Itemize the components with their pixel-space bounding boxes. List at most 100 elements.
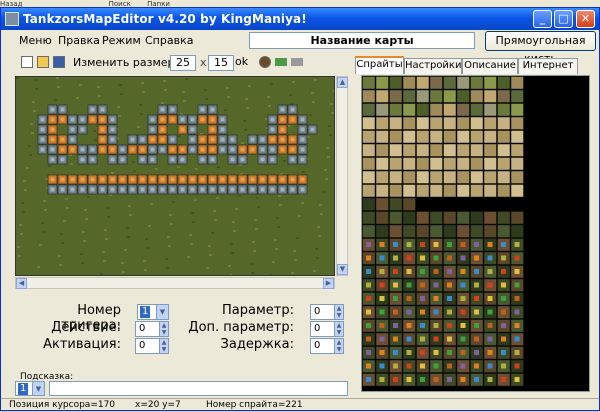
sprite-cell[interactable] <box>483 157 497 171</box>
sprite-cell[interactable] <box>362 184 376 198</box>
sprite-cell[interactable] <box>497 211 511 225</box>
sprite-cell[interactable] <box>389 157 403 171</box>
sprite-cell[interactable] <box>402 116 416 130</box>
sprite-cell[interactable] <box>470 170 484 184</box>
sprite-cell[interactable] <box>416 89 430 103</box>
sprite-cell[interactable] <box>456 143 470 157</box>
sprite-cell[interactable] <box>389 197 403 211</box>
sprite-cell[interactable] <box>483 170 497 184</box>
record-icon[interactable] <box>259 56 271 68</box>
sprite-cell[interactable] <box>483 143 497 157</box>
sprite-cell[interactable] <box>375 197 389 211</box>
sprite-cell[interactable] <box>362 157 376 171</box>
sprite-cell[interactable] <box>402 76 416 90</box>
tab-description[interactable]: Описание <box>462 58 518 74</box>
sprite-cell[interactable] <box>443 130 457 144</box>
sprite-cell[interactable] <box>510 103 524 117</box>
sprite-cell[interactable] <box>389 130 403 144</box>
sprite-cell[interactable] <box>497 76 511 90</box>
sprite-cell[interactable] <box>443 76 457 90</box>
sprite-cell[interactable] <box>375 143 389 157</box>
sprite-cell[interactable] <box>443 143 457 157</box>
sprite-cell[interactable] <box>416 157 430 171</box>
spin-arrows-icon[interactable]: ▲ ▼ <box>334 305 343 319</box>
sprite-cell[interactable] <box>497 184 511 198</box>
sprite-cell[interactable] <box>429 116 443 130</box>
sprite-cell[interactable] <box>443 170 457 184</box>
sprite-cell[interactable] <box>510 143 524 157</box>
sprite-cell[interactable] <box>470 103 484 117</box>
tab-sprites[interactable]: Спрайты <box>355 56 404 74</box>
sprite-cell[interactable] <box>429 89 443 103</box>
sprite-cell[interactable] <box>389 211 403 225</box>
tab-settings[interactable]: Настройки <box>404 58 462 74</box>
sprite-grid[interactable] <box>362 76 590 392</box>
sprite-cell[interactable] <box>416 143 430 157</box>
chevron-down-icon[interactable]: ▼ <box>156 305 168 319</box>
map-canvas[interactable] <box>15 76 335 276</box>
sprite-cell[interactable] <box>402 103 416 117</box>
sprite-cell[interactable] <box>456 103 470 117</box>
sprite-cell[interactable] <box>375 224 389 238</box>
sprite-cell[interactable] <box>402 130 416 144</box>
sprite-cell[interactable] <box>389 224 403 238</box>
sprite-cell[interactable] <box>470 184 484 198</box>
sprite-cell[interactable] <box>470 143 484 157</box>
sprite-cell[interactable] <box>389 170 403 184</box>
tab-internet[interactable]: Интернет <box>518 58 578 74</box>
sprite-cell[interactable] <box>402 197 416 211</box>
sprite-cell[interactable] <box>456 211 470 225</box>
map-name-field[interactable]: Название карты <box>249 32 475 49</box>
sprite-cell[interactable] <box>456 184 470 198</box>
spin-arrows-icon[interactable]: ▲ ▼ <box>334 322 343 336</box>
sprite-cell[interactable] <box>483 89 497 103</box>
sprite-cell[interactable] <box>402 211 416 225</box>
sprite-cell[interactable] <box>510 170 524 184</box>
sprite-cell[interactable] <box>389 143 403 157</box>
sprite-cell[interactable] <box>510 184 524 198</box>
map-horizontal-scrollbar[interactable]: ◀ ▶ <box>15 277 335 289</box>
sprite-cell[interactable] <box>497 130 511 144</box>
sprite-cell[interactable] <box>375 89 389 103</box>
sprite-cell[interactable] <box>402 89 416 103</box>
hint-text-input[interactable] <box>49 381 348 396</box>
sprite-cell[interactable] <box>362 224 376 238</box>
sprite-cell[interactable] <box>470 211 484 225</box>
sprite-cell[interactable] <box>483 224 497 238</box>
trigger-number-select[interactable]: 1 ▼ <box>137 304 169 320</box>
sprite-cell[interactable] <box>429 130 443 144</box>
sprite-cell[interactable] <box>497 116 511 130</box>
sprite-cell[interactable] <box>362 116 376 130</box>
sprite-cell[interactable] <box>510 130 524 144</box>
sprite-cell[interactable] <box>510 157 524 171</box>
sprite-cell[interactable] <box>375 157 389 171</box>
delay-spinner[interactable]: 0 ▲ ▼ <box>310 338 344 354</box>
sprite-cell[interactable] <box>483 76 497 90</box>
sprite-cell[interactable] <box>429 170 443 184</box>
sprite-cell[interactable] <box>510 76 524 90</box>
sprite-cell[interactable] <box>362 103 376 117</box>
map-width-input[interactable]: 25 <box>170 55 196 71</box>
sprite-cell[interactable] <box>429 103 443 117</box>
sprite-cell[interactable] <box>362 89 376 103</box>
chevron-down-icon[interactable]: ▼ <box>32 382 44 395</box>
sprite-cell[interactable] <box>416 76 430 90</box>
sprite-cell[interactable] <box>510 211 524 225</box>
sprite-cell[interactable] <box>362 76 376 90</box>
sprite-cell[interactable] <box>375 211 389 225</box>
sprite-cell[interactable] <box>416 224 430 238</box>
sprite-cell[interactable] <box>416 211 430 225</box>
sprite-cell[interactable] <box>416 184 430 198</box>
sprite-cell[interactable] <box>456 130 470 144</box>
sprite-cell[interactable] <box>443 116 457 130</box>
sprite-cell[interactable] <box>389 184 403 198</box>
open-folder-icon[interactable] <box>37 56 49 68</box>
map-vertical-scrollbar[interactable]: ▲ ▼ <box>336 76 348 276</box>
sprite-cell[interactable] <box>470 130 484 144</box>
sprite-cell[interactable] <box>443 89 457 103</box>
map-tiles[interactable] <box>16 77 335 276</box>
sprite-cell[interactable] <box>443 157 457 171</box>
sprite-cell[interactable] <box>497 143 511 157</box>
sprite-cell[interactable] <box>470 157 484 171</box>
sprite-cell[interactable] <box>483 116 497 130</box>
